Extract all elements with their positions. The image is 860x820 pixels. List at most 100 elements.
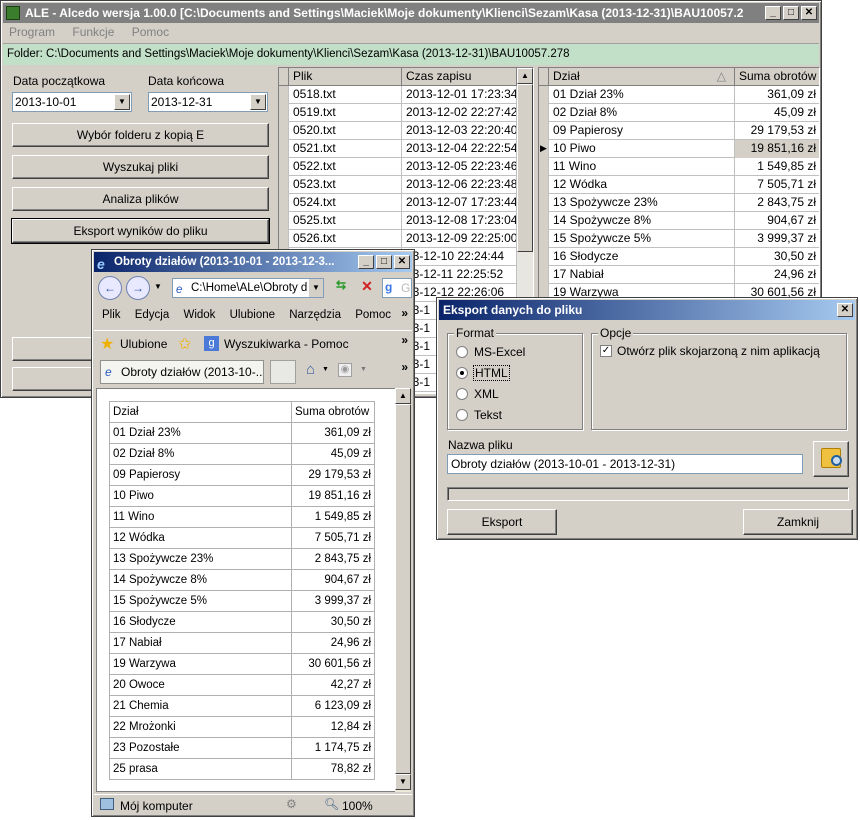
table-row[interactable]: 14 Spożywcze 8% 904,67 zł — [539, 212, 819, 230]
browser-close-button[interactable]: ✕ — [394, 255, 410, 269]
dept-sum-cell: 3 999,37 zł — [291, 590, 375, 612]
table-row[interactable]: 0526.txt 2013-12-09 22:25:00 — [279, 230, 533, 248]
address-value: C:\Home\ALe\Obroty d — [191, 282, 308, 294]
table-row[interactable]: 11 Wino 1 549,85 zł — [539, 158, 819, 176]
browser-minimize-button[interactable]: _ — [358, 255, 374, 269]
radio-xml-label[interactable]: XML — [474, 387, 499, 401]
chevron-down-icon[interactable]: ▼ — [114, 94, 130, 110]
radio-text[interactable] — [456, 409, 468, 421]
table-row[interactable]: 0518.txt 2013-12-01 17:23:34 — [279, 86, 533, 104]
date-start-picker[interactable]: 2013-10-01 ▼ — [12, 92, 132, 112]
new-tab-button[interactable] — [270, 360, 296, 384]
scroll-thumb[interactable] — [517, 84, 533, 252]
close-button[interactable]: ✕ — [801, 6, 817, 20]
table-row[interactable]: 0524.txt 2013-12-07 17:23:44 — [279, 194, 533, 212]
table-row[interactable]: 12 Wódka 7 505,71 zł — [539, 176, 819, 194]
favorites-button[interactable]: Ulubione — [120, 337, 167, 351]
browser-scrollbar[interactable]: ▲ ▼ — [395, 388, 411, 792]
table-row: 19 Warzywa 30 601,56 zł — [109, 653, 375, 675]
dept-header-name[interactable]: Dział △ — [549, 68, 735, 86]
menu-overflow-icon[interactable]: » — [401, 306, 408, 320]
table-row[interactable]: 13 Spożywcze 23% 2 843,75 zł — [539, 194, 819, 212]
open-file-checkbox[interactable]: ✓ — [600, 345, 612, 357]
history-dropdown-icon[interactable]: ▼ — [154, 282, 162, 291]
table-row[interactable]: 16 Słodycze 30,50 zł — [539, 248, 819, 266]
add-favorite-icon[interactable]: ✩ — [178, 334, 191, 354]
radio-xml[interactable] — [456, 388, 468, 400]
chevron-down-icon[interactable]: ▼ — [309, 279, 323, 297]
table-row[interactable]: 01 Dział 23% 361,09 zł — [539, 86, 819, 104]
select-folder-button[interactable]: Wybór folderu z kopią E — [12, 123, 269, 147]
menu-program[interactable]: Program — [9, 25, 55, 39]
menu-widok[interactable]: Widok — [183, 309, 215, 321]
table-row[interactable]: 09 Papierosy 29 179,53 zł — [539, 122, 819, 140]
search-files-button[interactable]: Wyszukaj pliki — [12, 155, 269, 179]
menu-plik[interactable]: Plik — [102, 309, 121, 321]
minimize-button[interactable]: _ — [765, 6, 781, 20]
close-dialog-button[interactable]: Zamknij — [743, 509, 853, 535]
dept-sum-cell: 2 843,75 zł — [735, 194, 819, 212]
files-header-time[interactable]: Czas zapisu — [402, 68, 517, 86]
address-bar[interactable]: e C:\Home\ALe\Obroty d ▼ — [172, 278, 324, 298]
files-header-file[interactable]: Plik — [289, 68, 402, 86]
tab-active[interactable]: e Obroty działów (2013-10-... — [100, 360, 264, 384]
dept-header-sum[interactable]: Suma obrotów — [735, 68, 819, 86]
export-results-button[interactable]: Eksport wyników do pliku — [11, 218, 270, 244]
radio-text-label[interactable]: Tekst — [474, 408, 502, 422]
zoom-level[interactable]: 100% — [342, 799, 373, 813]
tabrow-overflow-icon[interactable]: » — [401, 360, 408, 374]
menu-ulubione[interactable]: Ulubione — [230, 309, 275, 321]
export-titlebar[interactable]: Eksport danych do pliku — [439, 300, 855, 320]
table-row[interactable]: 0523.txt 2013-12-06 22:23:48 — [279, 176, 533, 194]
back-button[interactable]: ← — [98, 276, 122, 300]
scroll-thumb[interactable] — [395, 404, 411, 774]
search-link[interactable]: Wyszukiwarka - Pomoc — [224, 337, 349, 351]
table-row[interactable]: ▶ 10 Piwo 19 851,16 zł — [539, 140, 819, 158]
forward-button[interactable]: → — [126, 276, 150, 300]
date-end-picker[interactable]: 2013-12-31 ▼ — [148, 92, 268, 112]
zoom-icon[interactable]: 🔍︎ — [324, 797, 339, 811]
radio-excel[interactable] — [456, 346, 468, 358]
scroll-up-icon[interactable]: ▲ — [395, 388, 411, 404]
table-row[interactable]: 0525.txt 2013-12-08 17:23:04 — [279, 212, 533, 230]
file-time-cell: 2013-12-04 22:22:54 — [402, 140, 517, 158]
menu-funkcje[interactable]: Funkcje — [72, 25, 114, 39]
table-row[interactable]: 17 Nabiał 24,96 zł — [539, 266, 819, 284]
feeds-dropdown-icon[interactable]: ▼ — [360, 366, 367, 373]
stop-icon[interactable]: ✕ — [356, 278, 378, 298]
favorites-overflow-icon[interactable]: » — [401, 333, 408, 347]
menu-narzedzia[interactable]: Narzędzia — [289, 309, 341, 321]
table-row[interactable]: 15 Spożywcze 5% 3 999,37 zł — [539, 230, 819, 248]
main-title: ALE - Alcedo wersja 1.00.0 [C:\Documents… — [25, 6, 744, 20]
radio-html-label[interactable]: HTML — [473, 365, 510, 381]
refresh-icon[interactable]: ⇆ — [330, 278, 352, 298]
menu-pomoc[interactable]: Pomoc — [355, 309, 391, 321]
table-row[interactable]: 02 Dział 8% 45,09 zł — [539, 104, 819, 122]
menu-edycja[interactable]: Edycja — [135, 309, 170, 321]
open-file-label[interactable]: Otwórz plik skojarzoną z nim aplikacją — [617, 344, 820, 358]
table-row[interactable]: 0521.txt 2013-12-04 22:22:54 — [279, 140, 533, 158]
dept-name-cell: 13 Spożywcze 23% — [549, 194, 735, 212]
chevron-down-icon[interactable]: ▼ — [250, 94, 266, 110]
main-titlebar[interactable]: ALE - Alcedo wersja 1.00.0 [C:\Documents… — [3, 3, 819, 23]
menu-pomoc[interactable]: Pomoc — [132, 25, 169, 39]
protected-mode-icon[interactable]: ⚙ — [286, 797, 297, 811]
filename-input[interactable]: Obroty działów (2013-10-01 - 2013-12-31) — [447, 454, 803, 474]
scroll-up-icon[interactable]: ▲ — [517, 68, 533, 84]
browser-maximize-button[interactable]: □ — [376, 255, 392, 269]
export-button[interactable]: Eksport — [447, 509, 557, 535]
table-row[interactable]: 0522.txt 2013-12-05 22:23:46 — [279, 158, 533, 176]
radio-html[interactable] — [456, 367, 468, 379]
radio-excel-label[interactable]: MS-Excel — [474, 345, 525, 359]
feeds-icon[interactable]: ◉ — [338, 363, 352, 377]
home-icon[interactable]: ⌂ — [306, 361, 315, 378]
maximize-button[interactable]: □ — [783, 6, 799, 20]
table-row[interactable]: 0520.txt 2013-12-03 22:20:40 — [279, 122, 533, 140]
scroll-down-icon[interactable]: ▼ — [395, 774, 411, 790]
export-close-button[interactable]: ✕ — [837, 303, 853, 317]
search-box[interactable]: g G — [382, 278, 412, 298]
browse-folder-button[interactable] — [813, 441, 849, 477]
analyze-files-button[interactable]: Analiza plików — [12, 187, 269, 211]
home-dropdown-icon[interactable]: ▼ — [322, 366, 329, 373]
table-row[interactable]: 0519.txt 2013-12-02 22:27:42 — [279, 104, 533, 122]
